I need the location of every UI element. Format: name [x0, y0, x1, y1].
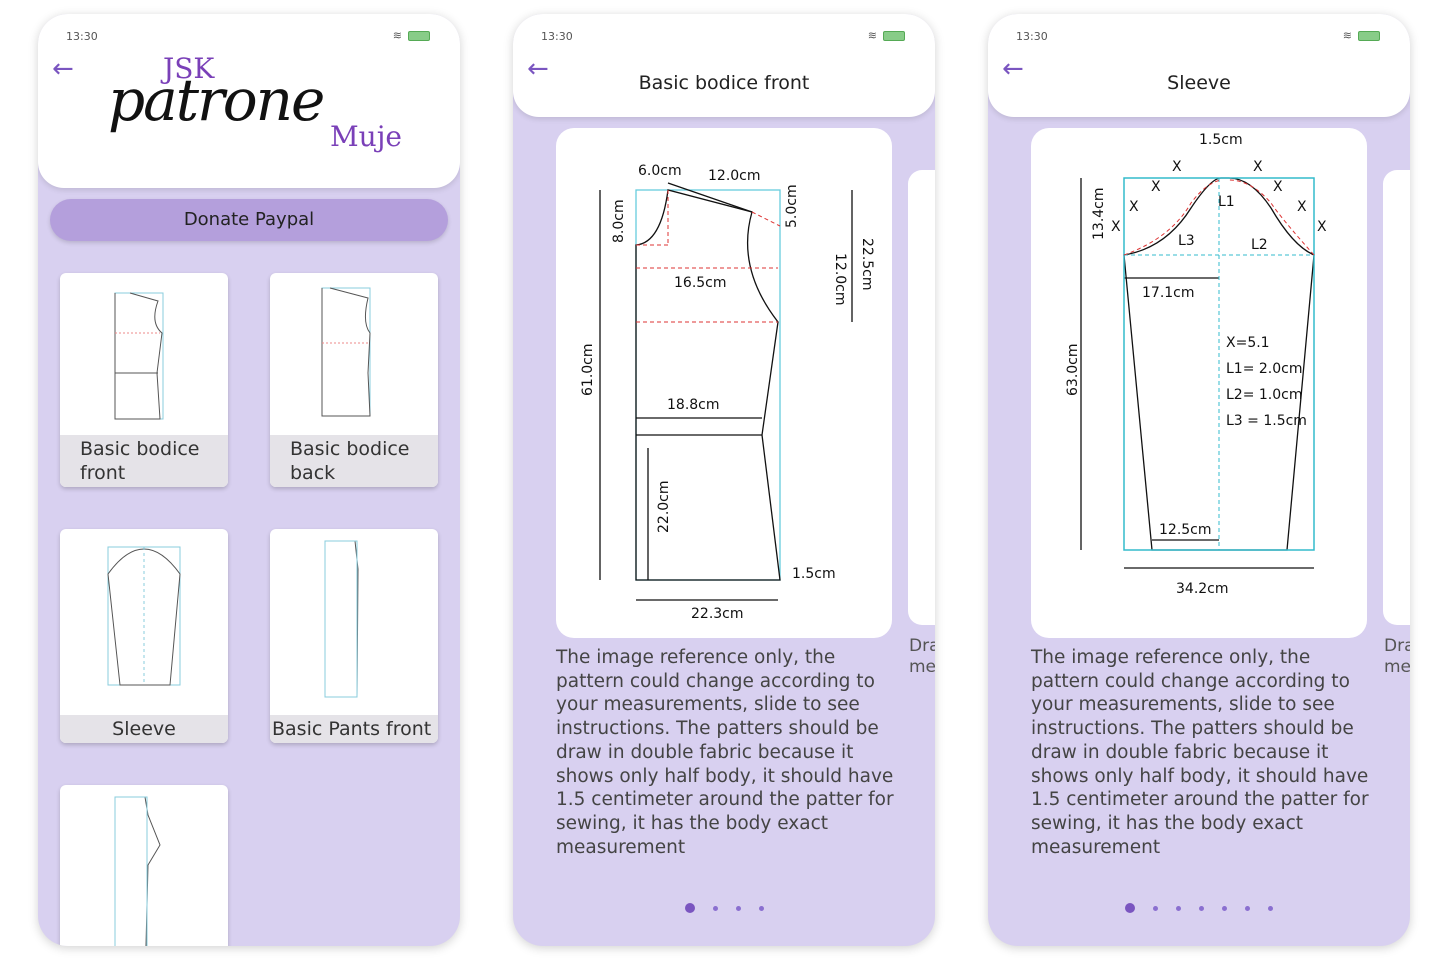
page-dot[interactable] — [1199, 905, 1204, 911]
tile-pattern[interactable] — [60, 785, 228, 946]
page-dot[interactable] — [684, 903, 695, 913]
description-text: The image reference only, the pattern co… — [556, 647, 894, 858]
page-title: Basic bodice front — [638, 72, 810, 94]
label: 13.4cm — [1091, 187, 1107, 240]
status-icons: ≋ — [1343, 29, 1380, 42]
label: 1.5cm — [1199, 132, 1243, 148]
bodice-front-diagram: 6.0cm 12.0cm 5.0cm 8.0cm 12.0cm 22.5cm 1… — [580, 163, 875, 622]
label: 5.0cm — [784, 184, 800, 228]
tile-sleeve[interactable]: Sleeve — [60, 529, 228, 743]
label: 1.5cm — [792, 566, 836, 582]
app-header: 13:30 ≋ ← Basic bodice front — [513, 14, 935, 117]
next-card-peek[interactable] — [908, 170, 935, 625]
logo-bottom: Muje — [330, 120, 402, 153]
next-card-text: Dra me — [909, 636, 935, 677]
status-time: 13:30 — [66, 30, 98, 43]
label: L3 — [1178, 233, 1195, 249]
phone-bodice-front: 13:30 ≋ ← Basic bodice front 6.0cm 12.0c… — [513, 14, 935, 946]
page-indicator — [513, 903, 935, 913]
tile-label: Basic Pants front — [270, 715, 438, 743]
page-dot[interactable] — [1125, 903, 1135, 913]
x-mark: X — [1172, 159, 1182, 175]
app-header: 13:30 ≋ ← Sleeve — [988, 14, 1410, 117]
status-time: 13:30 — [1016, 30, 1048, 43]
x-mark: X — [1151, 179, 1161, 195]
label: 61.0cm — [580, 343, 596, 396]
label: X=5.1 — [1226, 335, 1270, 351]
pants-front-thumbnail — [324, 540, 359, 698]
label: 22.5cm — [859, 238, 875, 291]
page-indicator — [988, 903, 1410, 913]
status-icons: ≋ — [393, 29, 430, 42]
label: 6.0cm — [638, 163, 682, 179]
x-mark: X — [1129, 199, 1139, 215]
app-header: 13:30 ≋ ← JSK patrone Muje — [38, 14, 460, 188]
label: 12.0cm — [708, 168, 761, 184]
x-mark: X — [1253, 159, 1263, 175]
page-dot[interactable] — [1176, 905, 1181, 911]
battery-charging-icon — [1358, 30, 1380, 41]
label: L3 = 1.5cm — [1226, 413, 1307, 429]
phone-home: 13:30 ≋ ← JSK patrone Muje Donate Paypal… — [38, 14, 460, 946]
page-dot[interactable] — [1153, 905, 1158, 911]
battery-charging-icon — [883, 30, 905, 41]
battery-charging-icon — [408, 30, 430, 41]
label: 8.0cm — [611, 199, 627, 243]
label: L1 — [1218, 194, 1235, 210]
x-mark: X — [1273, 179, 1283, 195]
wifi-icon: ≋ — [1342, 29, 1352, 42]
sleeve-diagram: 1.5cm 13.4cm L1 L3 L2 17.1cm X=5.1 L1= 2… — [1065, 132, 1327, 597]
label: 18.8cm — [667, 397, 720, 413]
wifi-icon: ≋ — [867, 29, 877, 42]
label: 22.0cm — [656, 480, 672, 533]
x-mark: X — [1111, 219, 1121, 235]
page-dot[interactable] — [1222, 905, 1227, 911]
tile-label: Basic bodice back — [270, 435, 438, 487]
logo-script: patrone — [108, 66, 325, 134]
page-dot[interactable] — [1268, 905, 1273, 911]
tile-basic-bodice-back[interactable]: Basic bodice back — [270, 273, 438, 487]
next-card-peek[interactable] — [1383, 170, 1410, 625]
donate-paypal-button[interactable]: Donate Paypal — [50, 199, 448, 241]
x-mark: X — [1297, 199, 1307, 215]
status-icons: ≋ — [868, 29, 905, 42]
wifi-icon: ≋ — [392, 29, 402, 42]
back-arrow-icon[interactable]: ← — [52, 54, 74, 84]
tile-label: Basic bodice front — [60, 435, 228, 487]
label: 17.1cm — [1142, 285, 1195, 301]
label: 12.5cm — [1159, 522, 1212, 538]
description-text: The image reference only, the pattern co… — [1031, 647, 1369, 858]
label: 12.0cm — [832, 253, 848, 306]
next-card-text: Dra me — [1384, 636, 1410, 677]
status-time: 13:30 — [541, 30, 573, 43]
pattern-card[interactable]: 6.0cm 12.0cm 5.0cm 8.0cm 12.0cm 22.5cm 1… — [556, 128, 892, 638]
page-dot[interactable] — [735, 905, 741, 911]
sleeve-thumbnail — [107, 546, 181, 686]
tile-label: Sleeve — [60, 715, 228, 743]
label: 22.3cm — [691, 606, 744, 622]
page-title: Sleeve — [1167, 72, 1231, 94]
x-mark: X — [1317, 219, 1327, 235]
phone-sleeve: 13:30 ≋ ← Sleeve 1.5cm 13.4cm L1 L3 L2 1… — [988, 14, 1410, 946]
pattern-card[interactable]: 1.5cm 13.4cm L1 L3 L2 17.1cm X=5.1 L1= 2… — [1031, 128, 1367, 638]
pants-back-thumbnail — [114, 796, 161, 946]
page-dot[interactable] — [1245, 905, 1250, 911]
label: 16.5cm — [674, 275, 727, 291]
label: 63.0cm — [1065, 343, 1081, 396]
label: 34.2cm — [1176, 581, 1229, 597]
page-dot[interactable] — [758, 905, 764, 911]
tile-basic-bodice-front[interactable]: Basic bodice front — [60, 273, 228, 487]
page-dot[interactable] — [712, 905, 718, 911]
label: L2 — [1251, 237, 1268, 253]
label: L2= 1.0cm — [1226, 387, 1303, 403]
label: L1= 2.0cm — [1226, 361, 1303, 377]
tile-basic-pants-front[interactable]: Basic Pants front — [270, 529, 438, 743]
